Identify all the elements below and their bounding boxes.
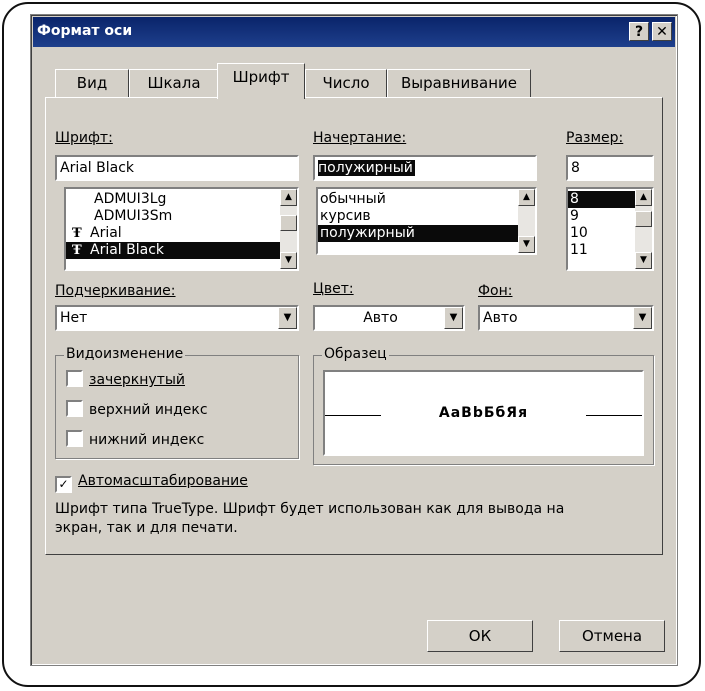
list-item-label: Arial: [90, 225, 122, 241]
scroll-thumb[interactable]: [280, 215, 297, 231]
title-bar: Формат оси ? ✕: [33, 17, 675, 47]
list-item[interactable]: 10: [568, 225, 635, 242]
format-axis-dialog: Формат оси ? ✕ Вид Шкала Шрифт Число Выр…: [30, 14, 678, 666]
autoscale-label: Автомасштабирование: [78, 473, 248, 489]
size-input[interactable]: 8: [566, 155, 654, 181]
baseline-right: [586, 415, 642, 416]
tab-number[interactable]: Число: [305, 69, 387, 97]
style-list-scrollbar[interactable]: ▲ ▼: [518, 189, 535, 253]
sample-group-title: Образец: [322, 346, 389, 362]
superscript-checkbox[interactable]: верхний индекс: [66, 400, 208, 418]
subscript-label: нижний индекс: [89, 432, 205, 448]
list-item[interactable]: ADMUI3Sm: [66, 208, 297, 225]
list-item-label: Arial Black: [90, 242, 165, 258]
underline-value: Нет: [60, 310, 88, 326]
sample-preview: АаВbБбЯя: [323, 370, 644, 456]
size-label: Размер:: [566, 130, 624, 146]
effects-group-title: Видоизменение: [64, 346, 186, 362]
list-item[interactable]: 11: [568, 242, 635, 259]
list-item[interactable]: ADMUI3Lg: [66, 191, 297, 208]
checkmark-icon[interactable]: ✓: [55, 476, 72, 493]
background-value: Авто: [483, 310, 518, 326]
tab-view[interactable]: Вид: [55, 69, 129, 97]
list-item-selected[interactable]: 8: [568, 191, 635, 208]
close-button[interactable]: ✕: [652, 22, 672, 41]
subscript-checkbox[interactable]: нижний индекс: [66, 430, 204, 448]
list-item-selected[interactable]: Ŧ Arial Black: [66, 242, 280, 259]
tab-alignment[interactable]: Выравнивание: [387, 69, 531, 97]
tab-scale[interactable]: Шкала: [129, 69, 219, 97]
tab-font[interactable]: Шрифт: [217, 63, 305, 99]
font-list-scrollbar[interactable]: ▲ ▼: [280, 189, 297, 269]
scroll-thumb[interactable]: [635, 211, 652, 227]
font-list[interactable]: ADMUI3Lg ADMUI3Sm Ŧ Arial Ŧ Arial Black ▲ …: [64, 187, 299, 271]
superscript-label: верхний индекс: [89, 402, 208, 418]
sample-group: Образец АаВbБбЯя: [313, 346, 654, 465]
strikethrough-checkbox[interactable]: зачеркнутый: [66, 370, 185, 388]
truetype-font-icon: Ŧ: [72, 243, 82, 258]
color-value: Авто: [363, 310, 398, 326]
scroll-up-icon[interactable]: ▲: [635, 189, 652, 206]
list-item[interactable]: Ŧ Arial: [66, 225, 297, 242]
effects-group: Видоизменение зачеркнутый верхний индекс…: [55, 346, 299, 459]
style-list[interactable]: обычный курсив полужирный ▲ ▼: [316, 187, 537, 255]
checkbox-box[interactable]: [66, 370, 83, 387]
truetype-font-icon: Ŧ: [72, 226, 82, 241]
font-label: Шрифт:: [55, 130, 113, 146]
chevron-down-icon[interactable]: ▼: [278, 307, 297, 329]
scroll-down-icon[interactable]: ▼: [518, 236, 535, 253]
chevron-down-icon[interactable]: ▼: [633, 307, 652, 329]
cancel-button[interactable]: Отмена: [559, 620, 665, 652]
help-button[interactable]: ?: [629, 22, 649, 41]
background-label: Фон:: [478, 283, 513, 299]
info-text: Шрифт типа TrueType. Шрифт будет использ…: [55, 501, 565, 536]
underline-label: Подчеркивание:: [55, 283, 176, 299]
scroll-up-icon[interactable]: ▲: [280, 189, 297, 206]
size-list[interactable]: 8 9 10 11 ▲ ▼: [566, 187, 654, 271]
checkbox-box[interactable]: [66, 400, 83, 417]
style-label: Начертание:: [313, 130, 407, 146]
autoscale-checkbox[interactable]: ✓ Автомасштабирование: [55, 473, 248, 493]
chevron-down-icon[interactable]: ▼: [444, 307, 463, 329]
size-list-scrollbar[interactable]: ▲ ▼: [635, 189, 652, 269]
color-label: Цвет:: [313, 281, 354, 297]
list-item[interactable]: курсив: [318, 208, 518, 225]
scroll-up-icon[interactable]: ▲: [518, 189, 535, 206]
strikethrough-label: зачеркнутый: [89, 372, 185, 388]
style-input[interactable]: полужирный: [313, 155, 537, 181]
list-item[interactable]: 9: [568, 208, 635, 225]
font-input[interactable]: Arial Black: [55, 155, 299, 181]
sample-text: АаВbБбЯя: [438, 405, 529, 421]
scroll-down-icon[interactable]: ▼: [280, 252, 297, 269]
list-item-selected[interactable]: полужирный: [318, 225, 518, 242]
underline-select[interactable]: Нет ▼: [55, 305, 299, 331]
scroll-down-icon[interactable]: ▼: [635, 252, 652, 269]
background-select[interactable]: Авто ▼: [478, 305, 654, 331]
color-select[interactable]: Авто ▼: [313, 305, 465, 331]
ok-button[interactable]: ОК: [427, 620, 533, 652]
style-input-value: полужирный: [318, 160, 415, 176]
dialog-title: Формат оси: [37, 23, 133, 39]
list-item[interactable]: обычный: [318, 191, 518, 208]
checkbox-box[interactable]: [66, 430, 83, 447]
font-tab-panel: Шрифт: Arial Black ADMUI3Lg ADMUI3Sm Ŧ Ar…: [45, 97, 663, 555]
